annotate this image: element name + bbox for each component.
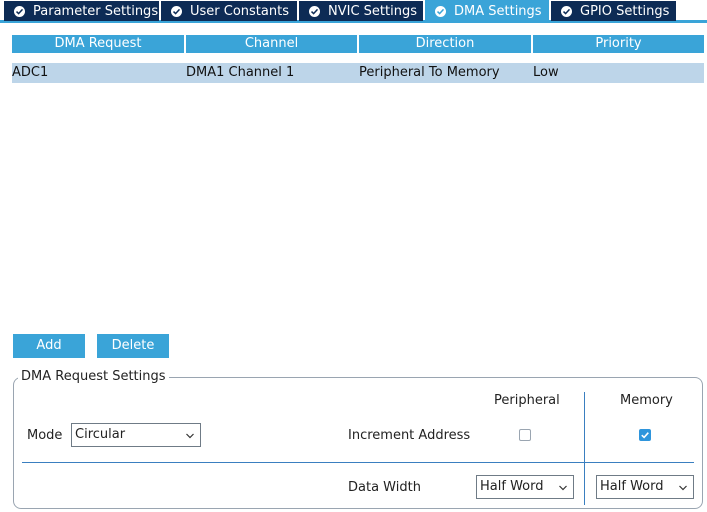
delete-button[interactable]: Delete (97, 334, 169, 358)
tab-label: GPIO Settings (580, 3, 670, 19)
tab-label: NVIC Settings (328, 3, 417, 19)
memory-increment-checkbox[interactable] (639, 429, 651, 441)
check-circle-icon (435, 5, 446, 17)
check-circle-icon (561, 5, 572, 17)
check-circle-icon (14, 5, 25, 17)
column-header-channel[interactable]: Channel (186, 35, 357, 53)
peripheral-data-width-value: Half Word (480, 479, 544, 494)
dma-settings-panel: Parameter Settings User Constants NVIC S… (0, 0, 707, 512)
checkmark-icon (641, 432, 649, 439)
tab-nvic-settings[interactable]: NVIC Settings (299, 1, 423, 21)
add-button[interactable]: Add (13, 334, 85, 358)
peripheral-increment-checkbox[interactable] (519, 429, 531, 441)
cell-direction: Peripheral To Memory (359, 65, 500, 80)
peripheral-data-width-select[interactable]: Half Word (476, 475, 574, 499)
column-header-dma-request[interactable]: DMA Request (12, 35, 184, 53)
group-title: DMA Request Settings (18, 369, 169, 385)
mode-select-value: Circular (75, 427, 126, 442)
column-divider (584, 392, 585, 505)
dma-table-header: DMA Request Channel Direction Priority (12, 35, 704, 53)
tab-dma-settings[interactable]: DMA Settings (425, 0, 549, 22)
mode-select[interactable]: Circular (71, 423, 201, 447)
peripheral-column-label: Peripheral (494, 393, 560, 408)
tab-parameter-settings[interactable]: Parameter Settings (4, 1, 159, 21)
cell-dma-request: ADC1 (12, 65, 49, 80)
data-width-label: Data Width (348, 480, 421, 495)
tab-label: User Constants (190, 3, 289, 19)
check-circle-icon (171, 5, 182, 17)
chevron-down-icon (679, 485, 687, 491)
table-row[interactable]: ADC1 DMA1 Channel 1 Peripheral To Memory… (12, 63, 704, 83)
memory-data-width-select[interactable]: Half Word (596, 475, 694, 499)
column-header-priority[interactable]: Priority (533, 35, 704, 53)
chevron-down-icon (186, 433, 194, 439)
tab-label: DMA Settings (454, 3, 542, 19)
memory-column-label: Memory (620, 393, 673, 408)
memory-data-width-value: Half Word (600, 479, 664, 494)
column-header-direction[interactable]: Direction (359, 35, 531, 53)
check-circle-icon (309, 5, 320, 17)
tab-label: Parameter Settings (33, 3, 159, 19)
tab-user-constants[interactable]: User Constants (161, 1, 297, 21)
chevron-down-icon (559, 485, 567, 491)
tab-gpio-settings[interactable]: GPIO Settings (551, 1, 676, 21)
cell-priority: Low (533, 65, 559, 80)
mode-label: Mode (27, 428, 63, 443)
row-divider (22, 462, 694, 463)
cell-channel: DMA1 Channel 1 (186, 65, 295, 80)
increment-address-label: Increment Address (348, 428, 471, 443)
tab-bar: Parameter Settings User Constants NVIC S… (0, 0, 707, 23)
